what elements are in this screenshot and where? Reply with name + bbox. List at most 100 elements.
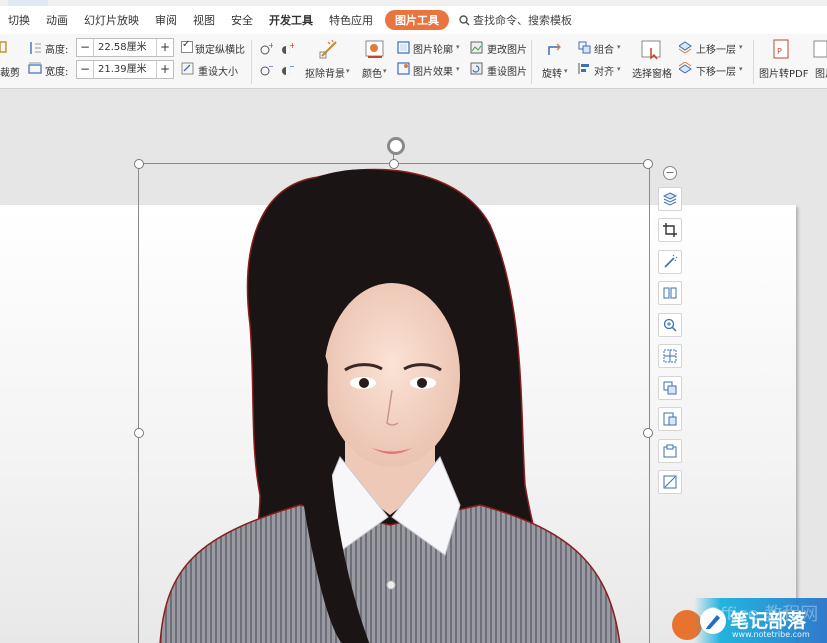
crop-caret-icon[interactable]: ▾ [14, 66, 18, 74]
rotate-icon[interactable] [545, 39, 565, 59]
crop-icon[interactable] [0, 40, 8, 54]
svg-text:−: − [268, 63, 273, 71]
picture-text-button[interactable] [658, 407, 682, 431]
resize-handle-top-left[interactable] [134, 159, 144, 169]
height-label: 高度: [45, 45, 69, 56]
portrait-photo[interactable] [140, 165, 648, 643]
picture-effects-caret-icon[interactable]: ▾ [456, 65, 460, 73]
reset-size-icon[interactable] [181, 62, 194, 75]
color-icon[interactable] [364, 38, 386, 60]
group-separator [531, 40, 532, 84]
menu-item-transition[interactable]: 切换 [0, 12, 38, 28]
align-icon[interactable] [578, 62, 591, 75]
picture-outline-icon[interactable] [397, 41, 410, 54]
copy-picture-button[interactable] [658, 376, 682, 400]
group-icon[interactable] [578, 41, 591, 54]
remove-background-icon[interactable] [318, 38, 340, 60]
svg-text:−: − [289, 63, 294, 71]
picture-to-pdf-label[interactable]: 图片转PDF [759, 65, 808, 80]
menu-item-features[interactable]: 特色应用 [321, 12, 381, 28]
width-input[interactable]: 21.39厘米 [93, 61, 157, 78]
remove-background-caret-icon[interactable]: ▾ [346, 67, 350, 75]
magic-wand-button[interactable] [658, 250, 682, 274]
align-caret-icon[interactable]: ▾ [617, 65, 621, 73]
rotate-caret-icon[interactable]: ▾ [564, 67, 568, 75]
magic-wand-icon [664, 255, 677, 268]
width-icon [28, 62, 42, 74]
split-icon [663, 287, 677, 299]
command-search[interactable]: 查找命令、搜索模板 [453, 12, 578, 28]
picture-effects-label[interactable]: 图片效果 [413, 63, 453, 78]
menu-item-view[interactable]: 视图 [185, 12, 223, 28]
rotate-handle[interactable] [387, 137, 405, 155]
grid-icon [663, 349, 677, 363]
menu-item-security[interactable]: 安全 [223, 12, 261, 28]
reset-size-label[interactable]: 重设大小 [198, 63, 238, 78]
color-label[interactable]: 颜色 [362, 65, 382, 80]
picture-outline-caret-icon[interactable]: ▾ [456, 43, 460, 51]
height-input[interactable]: 22.58厘米 [93, 39, 157, 56]
reset-picture-icon[interactable] [470, 62, 483, 75]
send-backward-icon[interactable] [679, 62, 692, 75]
height-decrement-button[interactable]: − [77, 39, 93, 56]
tab-picture-tools[interactable]: 图片工具 [385, 10, 449, 30]
split-button[interactable] [658, 281, 682, 305]
menu-bar: 切换 动画 幻灯片放映 审阅 视图 安全 开发工具 特色应用 图片工具 查找命令… [0, 6, 827, 34]
pen-logo-icon [700, 608, 726, 634]
menu-item-developer[interactable]: 开发工具 [261, 12, 321, 28]
picture-ocr-button[interactable] [658, 439, 682, 463]
fill-button[interactable] [658, 470, 682, 494]
menu-item-slideshow[interactable]: 幻灯片放映 [76, 12, 147, 28]
picture-more-icon[interactable] [812, 39, 827, 61]
menu-item-animation[interactable]: 动画 [38, 12, 76, 28]
width-increment-button[interactable]: + [157, 61, 173, 78]
change-picture-label[interactable]: 更改图片 [487, 41, 527, 56]
bring-forward-icon[interactable] [679, 41, 692, 54]
rotate-label[interactable]: 旋转 [542, 65, 562, 80]
layers-icon [663, 192, 677, 206]
selection-pane-icon[interactable] [640, 39, 662, 61]
contrast-up-icon[interactable]: + [280, 42, 294, 56]
picture-to-pdf-icon[interactable]: P [771, 39, 793, 61]
watermark-title: 笔记部落 [730, 610, 807, 632]
svg-text:P: P [777, 47, 782, 56]
picture-more-label[interactable]: 图片 [815, 65, 827, 80]
bring-forward-caret-icon[interactable]: ▾ [739, 43, 743, 51]
height-stepper[interactable]: − 22.58厘米 + [76, 38, 174, 57]
contrast-down-icon[interactable]: − [280, 63, 294, 77]
width-stepper[interactable]: − 21.39厘米 + [76, 60, 174, 79]
zoom-button[interactable] [658, 313, 682, 337]
grid-button[interactable] [658, 344, 682, 368]
group-separator [753, 40, 754, 84]
slide-canvas[interactable]: − [0, 89, 827, 643]
picture-outline-label[interactable]: 图片轮廓 [413, 41, 453, 56]
resize-handle-top-right[interactable] [643, 159, 653, 169]
bring-forward-label[interactable]: 上移一层 [696, 41, 736, 56]
send-backward-caret-icon[interactable]: ▾ [739, 65, 743, 73]
picture-effects-icon[interactable] [397, 62, 410, 75]
brightness-up-icon[interactable]: + [259, 42, 273, 56]
picture-ocr-icon [663, 444, 677, 458]
color-caret-icon[interactable]: ▾ [383, 67, 387, 75]
lock-ratio-label[interactable]: 锁定纵横比 [195, 41, 245, 56]
selection-pane-label[interactable]: 选择窗格 [632, 65, 672, 80]
layers-button[interactable] [658, 187, 682, 211]
send-backward-label[interactable]: 下移一层 [696, 63, 736, 78]
lock-ratio-checkbox[interactable] [181, 39, 193, 53]
brightness-down-icon[interactable]: − [259, 63, 273, 77]
width-decrement-button[interactable]: − [77, 61, 93, 78]
group-caret-icon[interactable]: ▾ [617, 43, 621, 51]
collapse-toolbar-button[interactable]: − [663, 166, 677, 180]
reset-picture-label[interactable]: 重设图片 [487, 63, 527, 78]
ribbon-toolbar: 裁剪▾ 高度: − 22.58厘米 + 宽度: − 21.39厘米 + 锁定纵横… [0, 34, 827, 89]
align-label[interactable]: 对齐 [594, 63, 614, 78]
resize-handle-top[interactable] [389, 159, 399, 169]
crop-button[interactable] [658, 218, 682, 242]
resize-handle-left[interactable] [134, 428, 144, 438]
menu-item-review[interactable]: 审阅 [147, 12, 185, 28]
change-picture-icon[interactable] [470, 41, 483, 54]
height-increment-button[interactable]: + [157, 39, 173, 56]
remove-background-label[interactable]: 抠除背景 [305, 65, 345, 80]
group-label[interactable]: 组合 [594, 41, 614, 56]
resize-handle-right[interactable] [643, 428, 653, 438]
